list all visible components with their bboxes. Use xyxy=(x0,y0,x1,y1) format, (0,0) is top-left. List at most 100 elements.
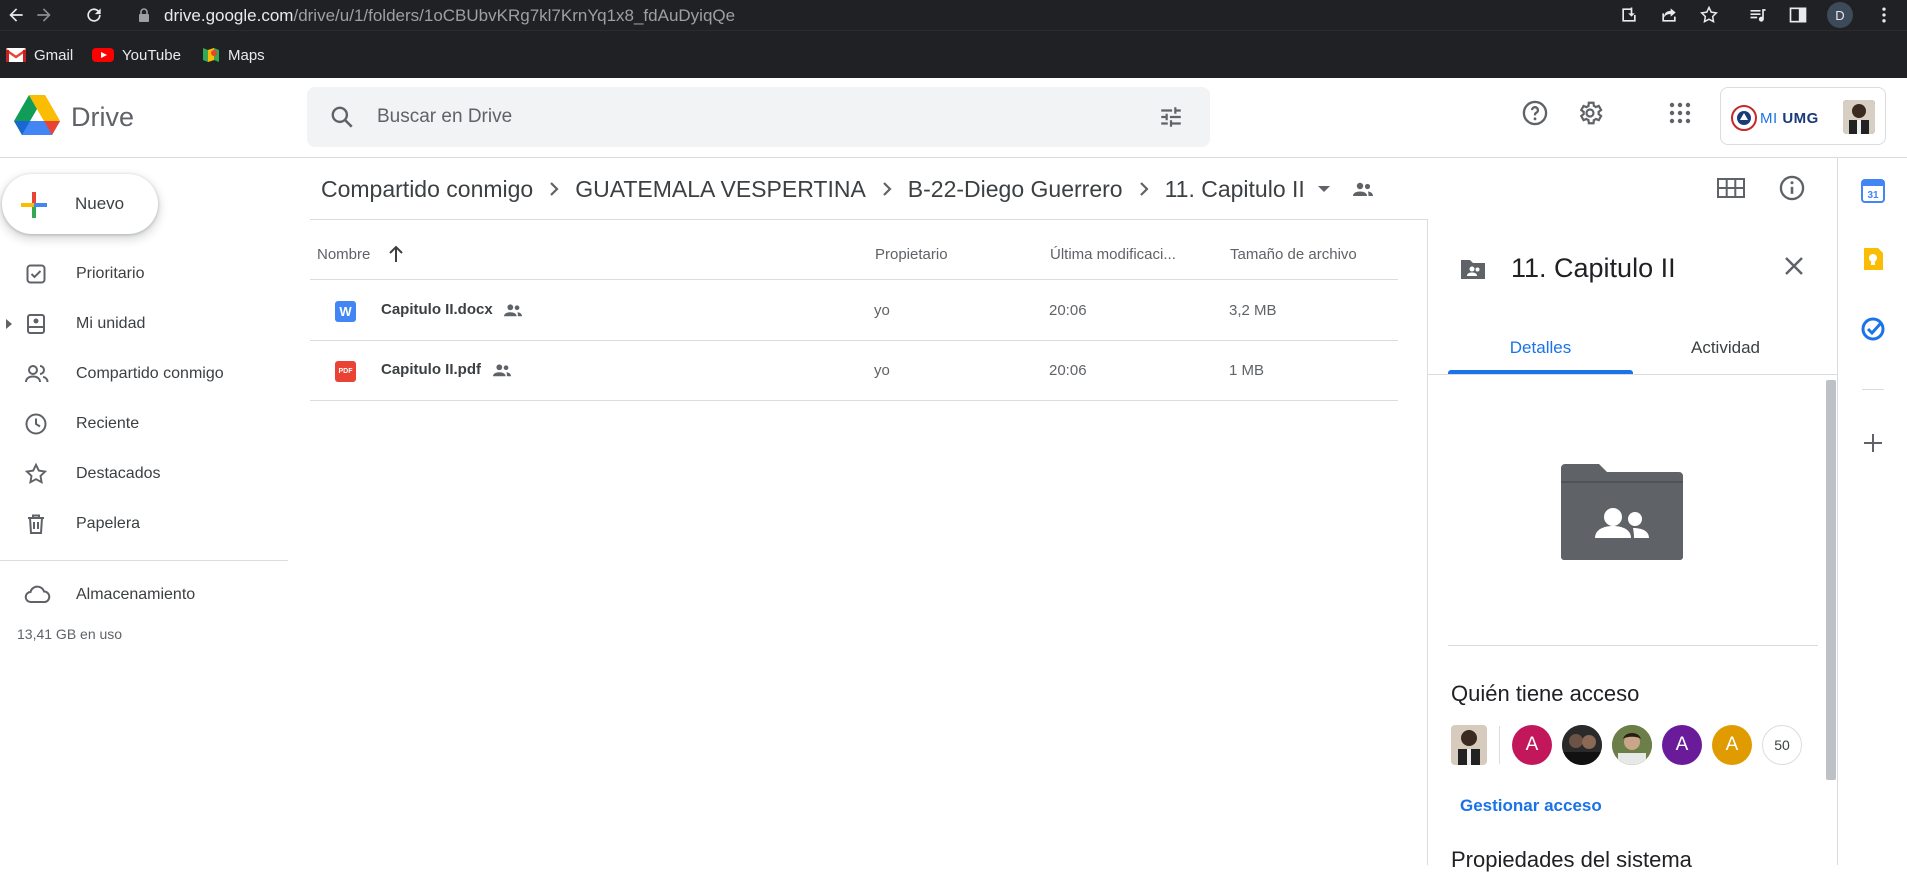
chevron-right-icon xyxy=(550,182,559,196)
column-header-size[interactable]: Tamaño de archivo xyxy=(1230,246,1357,263)
info-icon[interactable] xyxy=(1778,174,1806,202)
avatar[interactable] xyxy=(1451,725,1487,765)
sidebar-item-almacenamiento[interactable]: Almacenamiento xyxy=(0,575,288,615)
shared-people-icon xyxy=(504,304,522,317)
gmail-icon xyxy=(6,48,26,62)
sidebar-item-label: Almacenamiento xyxy=(76,586,196,603)
table-row[interactable]: PDF Capitulo II.pdf yo 20:06 1 MB xyxy=(310,341,1398,401)
new-button[interactable]: Nuevo xyxy=(2,174,158,234)
tab-detalles[interactable]: Detalles xyxy=(1448,319,1633,374)
organization-name: MI UMG xyxy=(1760,109,1819,127)
avatar[interactable]: A xyxy=(1512,725,1552,765)
avatar[interactable] xyxy=(1562,725,1602,765)
sidebar-divider xyxy=(0,560,288,561)
file-name[interactable]: Capitulo II.pdf xyxy=(381,361,481,378)
file-modified: 20:06 xyxy=(1049,302,1087,319)
help-button[interactable] xyxy=(1520,98,1550,128)
bookmark-star-button[interactable] xyxy=(1697,3,1721,27)
star-outline-icon xyxy=(1700,5,1718,23)
breadcrumb-item[interactable]: B-22-Diego Guerrero xyxy=(908,176,1123,203)
sidebar-item-label: Destacados xyxy=(76,465,161,482)
sidebar-item-prioritario[interactable]: Prioritario xyxy=(0,254,288,294)
sidebar-item-destacados[interactable]: Destacados xyxy=(0,454,288,494)
media-control-button[interactable] xyxy=(1746,3,1770,27)
bookmark-label: Maps xyxy=(228,46,265,64)
breadcrumb-item[interactable]: Compartido conmigo xyxy=(321,176,533,203)
bookmark-youtube[interactable]: YouTube xyxy=(92,45,181,65)
shared-people-icon xyxy=(493,364,511,377)
expand-caret-icon[interactable] xyxy=(6,319,12,329)
dropdown-caret-icon[interactable] xyxy=(1317,184,1331,194)
sort-ascending-arrow-icon[interactable] xyxy=(387,244,405,264)
bookmarks-bar: Gmail YouTube Maps xyxy=(0,30,1907,78)
preview-divider xyxy=(1448,645,1818,646)
grid-view-icon[interactable] xyxy=(1716,176,1746,200)
avatar[interactable]: A xyxy=(1662,725,1702,765)
word-doc-icon: W xyxy=(335,301,356,322)
add-addon-icon[interactable] xyxy=(1862,432,1884,454)
details-title: 11. Capitulo II xyxy=(1511,253,1676,283)
sidebar-item-mi-unidad[interactable]: Mi unidad xyxy=(0,304,288,344)
side-panel-button[interactable] xyxy=(1786,3,1810,27)
sidebar-item-reciente[interactable]: Reciente xyxy=(0,404,288,444)
gear-icon xyxy=(1579,101,1603,125)
calendar-app-icon[interactable]: 31 xyxy=(1860,178,1886,204)
tab-actividad[interactable]: Actividad xyxy=(1633,319,1818,374)
sidebar-item-papelera[interactable]: Papelera xyxy=(0,504,288,544)
avatar[interactable]: A xyxy=(1712,725,1752,765)
manage-access-link[interactable]: Gestionar acceso xyxy=(1460,796,1602,816)
clock-icon xyxy=(25,413,47,435)
tasks-app-icon[interactable] xyxy=(1860,316,1886,342)
settings-button[interactable] xyxy=(1575,98,1605,128)
app-title[interactable]: Drive xyxy=(71,102,134,133)
system-properties-heading: Propiedades del sistema xyxy=(1451,847,1692,872)
drive-logo-icon[interactable] xyxy=(14,95,60,135)
access-avatars[interactable]: A A A 50 xyxy=(1451,724,1812,766)
search-input[interactable] xyxy=(377,104,1097,130)
google-apps-button[interactable] xyxy=(1665,98,1695,128)
column-header-modified[interactable]: Última modificaci... xyxy=(1050,246,1176,263)
star-icon xyxy=(24,462,48,484)
forward-button[interactable] xyxy=(32,3,56,27)
table-row[interactable]: W Capitulo II.docx yo 20:06 3,2 MB xyxy=(310,281,1398,341)
storage-used-text: 13,41 GB en uso xyxy=(17,626,123,642)
search-icon[interactable] xyxy=(329,104,355,130)
back-button[interactable] xyxy=(4,3,28,27)
install-app-button[interactable] xyxy=(1617,3,1641,27)
account-switcher[interactable]: MI UMG xyxy=(1720,87,1886,145)
bookmark-maps[interactable]: Maps xyxy=(202,45,265,65)
search-bar[interactable] xyxy=(307,87,1210,147)
browser-menu-button[interactable] xyxy=(1872,3,1896,27)
breadcrumb-item[interactable]: GUATEMALA VESPERTINA xyxy=(575,176,866,203)
file-owner: yo xyxy=(874,302,890,319)
youtube-icon xyxy=(92,48,114,62)
sidebar-item-label: Reciente xyxy=(76,415,140,432)
share-page-button[interactable] xyxy=(1657,3,1681,27)
column-header-name[interactable]: Nombre xyxy=(317,246,370,263)
file-modified: 20:06 xyxy=(1049,362,1087,379)
drive-header: Drive MI UMG xyxy=(0,78,1907,158)
bookmark-gmail[interactable]: Gmail xyxy=(6,45,73,65)
side-apps-panel: 31 xyxy=(1837,158,1907,865)
browser-profile-avatar[interactable]: D xyxy=(1827,2,1853,28)
chevron-right-icon xyxy=(1139,182,1149,196)
avatar[interactable] xyxy=(1612,725,1652,765)
account-avatar[interactable] xyxy=(1843,100,1875,134)
folder-preview-icon xyxy=(1561,464,1683,560)
details-tabs: Detalles Actividad xyxy=(1448,319,1818,374)
breadcrumb-current-folder[interactable]: 11. Capitulo II xyxy=(1165,176,1305,203)
sidebar-item-compartido[interactable]: Compartido conmigo xyxy=(0,354,288,394)
keep-app-icon[interactable] xyxy=(1860,246,1886,272)
file-size: 3,2 MB xyxy=(1229,302,1277,319)
details-scrollbar[interactable] xyxy=(1826,380,1836,780)
close-icon[interactable] xyxy=(1783,255,1805,277)
search-options-icon[interactable] xyxy=(1158,104,1184,130)
download-icon xyxy=(1622,7,1636,22)
sidebar-item-label: Mi unidad xyxy=(76,315,146,332)
access-count-badge[interactable]: 50 xyxy=(1762,725,1802,765)
column-header-owner[interactable]: Propietario xyxy=(875,246,948,263)
file-name[interactable]: Capitulo II.docx xyxy=(381,301,493,318)
cloud-icon xyxy=(24,585,51,603)
check-square-icon xyxy=(26,264,46,284)
reload-button[interactable] xyxy=(82,3,106,27)
